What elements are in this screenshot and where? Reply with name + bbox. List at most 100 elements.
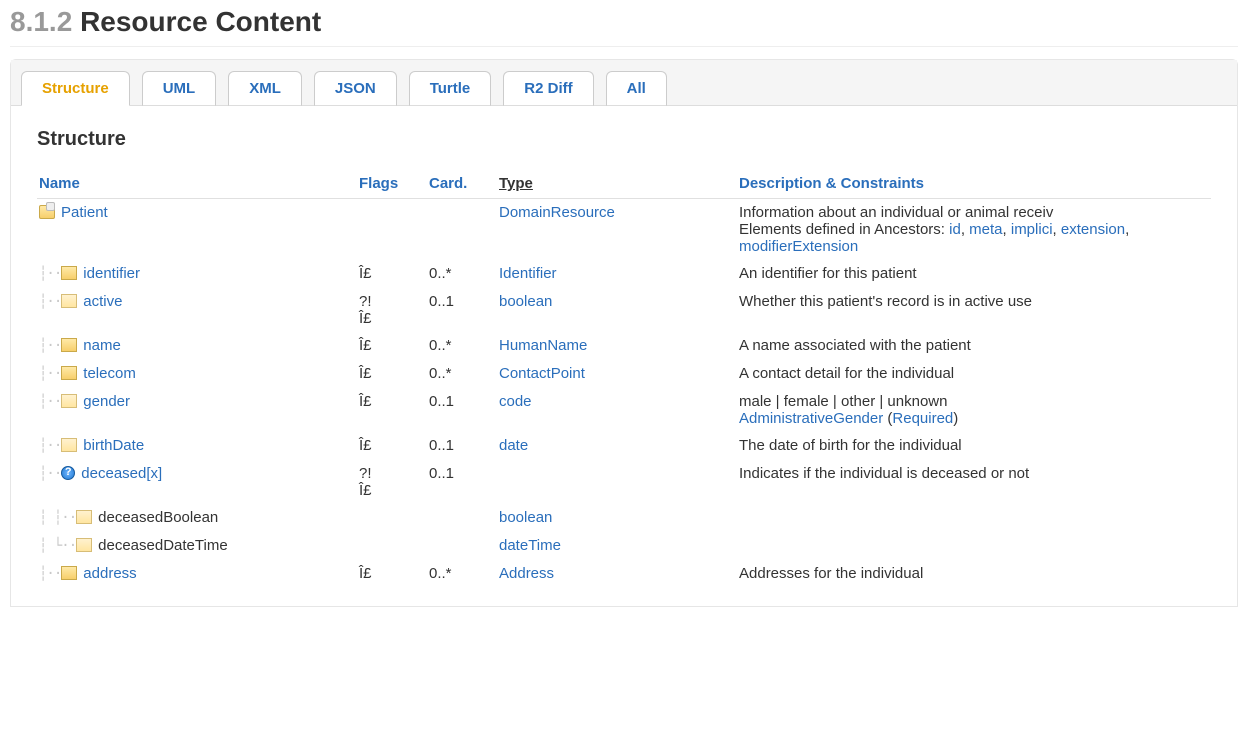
cardinality: 0..1	[427, 460, 497, 504]
tree-lines: ┆··	[39, 337, 61, 355]
description: A contact detail for the individual	[737, 360, 1211, 388]
description: male | female | other | unknownAdministr…	[737, 388, 1211, 432]
tab-bar: Structure UML XML JSON Turtle R2 Diff All	[11, 60, 1237, 106]
col-header-type[interactable]: Type	[497, 169, 737, 199]
ancestor-link[interactable]: id	[949, 221, 961, 238]
tab-uml[interactable]: UML	[142, 71, 217, 106]
ancestor-link[interactable]: modifierExtension	[739, 238, 858, 255]
tab-xml[interactable]: XML	[228, 71, 302, 106]
row-identifier: ┆·· identifier Î£0..*Identifier An identif…	[37, 260, 1211, 288]
flags	[357, 199, 427, 261]
flags: ?! Î£	[357, 288, 427, 332]
description	[737, 532, 1211, 560]
element-name[interactable]: gender	[83, 393, 130, 410]
tab-turtle[interactable]: Turtle	[409, 71, 492, 106]
flags: Î£	[357, 432, 427, 460]
cardinality	[427, 199, 497, 261]
cardinality: 0..*	[427, 360, 497, 388]
tab-all[interactable]: All	[606, 71, 667, 106]
col-header-name[interactable]: Name	[37, 169, 357, 199]
cube-icon	[61, 366, 77, 380]
prim-icon	[76, 538, 92, 552]
cardinality: 0..*	[427, 332, 497, 360]
section-number: 8.1.2	[10, 6, 72, 37]
flags: Î£	[357, 360, 427, 388]
tree-lines: ┆ └··	[39, 537, 76, 555]
flags: Î£	[357, 260, 427, 288]
element-name[interactable]: active	[83, 293, 122, 310]
description	[737, 504, 1211, 532]
row-deceasedBoolean: ┆ ┆·· deceasedBoolean boolean	[37, 504, 1211, 532]
element-name[interactable]: identifier	[83, 265, 140, 282]
prim-icon	[61, 438, 77, 452]
row-telecom: ┆·· telecom Î£0..*ContactPoint A contact d…	[37, 360, 1211, 388]
row-birthDate: ┆·· birthDate Î£0..1date The date of birth…	[37, 432, 1211, 460]
type-link[interactable]: dateTime	[499, 537, 561, 554]
tree-lines: ┆··	[39, 565, 61, 583]
tab-json[interactable]: JSON	[314, 71, 397, 106]
element-name[interactable]: birthDate	[83, 437, 144, 454]
type-link[interactable]: ContactPoint	[499, 365, 585, 382]
tree-lines: ┆··	[39, 437, 61, 455]
tree-lines: ┆··	[39, 293, 61, 311]
description: Indicates if the individual is deceased …	[737, 460, 1211, 504]
flags: Î£	[357, 560, 427, 588]
cube-icon	[61, 266, 77, 280]
description: Addresses for the individual	[737, 560, 1211, 588]
col-header-card[interactable]: Card.	[427, 169, 497, 199]
cardinality	[427, 504, 497, 532]
element-name[interactable]: Patient	[61, 204, 108, 221]
prim-icon	[76, 510, 92, 524]
tree-lines: ┆··	[39, 265, 61, 283]
type-link[interactable]: Identifier	[499, 265, 557, 282]
description: Information about an individual or anima…	[737, 199, 1211, 261]
type-link[interactable]: boolean	[499, 509, 552, 526]
prim-icon	[61, 294, 77, 308]
cardinality	[427, 532, 497, 560]
binding-strength[interactable]: Required	[892, 410, 953, 427]
resource-content-panel: Structure UML XML JSON Turtle R2 Diff All Stru…	[10, 59, 1238, 607]
tree-lines: ┆ ┆··	[39, 509, 76, 527]
cardinality: 0..1	[427, 388, 497, 432]
type-link[interactable]: code	[499, 393, 532, 410]
tree-lines: ┆··	[39, 465, 61, 483]
row-deceased: ┆·· deceased[x] ?! Î£0..1 Indicates if the…	[37, 460, 1211, 504]
cube-icon	[61, 338, 77, 352]
flags: Î£	[357, 388, 427, 432]
ancestor-link[interactable]: meta	[969, 221, 1002, 238]
flags: ?! Î£	[357, 460, 427, 504]
page-title-text: Resource Content	[80, 6, 321, 37]
flags: Î£	[357, 332, 427, 360]
element-name: deceasedDateTime	[98, 537, 228, 554]
section-heading: Structure	[37, 128, 1211, 151]
choice-icon	[61, 466, 75, 480]
cardinality: 0..1	[427, 288, 497, 332]
cardinality: 0..*	[427, 560, 497, 588]
cardinality: 0..*	[427, 260, 497, 288]
ancestor-link[interactable]: implici	[1011, 221, 1053, 238]
tree-lines: ┆··	[39, 365, 61, 383]
flags	[357, 504, 427, 532]
element-name[interactable]: telecom	[83, 365, 136, 382]
type-link[interactable]: Address	[499, 565, 554, 582]
tab-structure[interactable]: Structure	[21, 71, 130, 106]
col-header-desc[interactable]: Description & Constraints	[737, 169, 1211, 199]
element-name[interactable]: name	[83, 337, 121, 354]
type-link[interactable]: boolean	[499, 293, 552, 310]
cardinality: 0..1	[427, 432, 497, 460]
element-name: deceasedBoolean	[98, 509, 218, 526]
col-header-flags[interactable]: Flags	[357, 169, 427, 199]
binding-link[interactable]: AdministrativeGender	[739, 410, 883, 427]
description: The date of birth for the individual	[737, 432, 1211, 460]
row-gender: ┆·· genderÎ£0..1codemale | female | othe…	[37, 388, 1211, 432]
type-link[interactable]: DomainResource	[499, 204, 615, 221]
description: An identifier for this patient	[737, 260, 1211, 288]
row-name: ┆·· nameÎ£0..*HumanNameA name associated…	[37, 332, 1211, 360]
element-name[interactable]: deceased[x]	[81, 465, 162, 482]
ancestor-link[interactable]: extension	[1061, 221, 1125, 238]
row-patient: Patient DomainResource Information about a…	[37, 199, 1211, 261]
type-link[interactable]: date	[499, 437, 528, 454]
tab-r2-diff[interactable]: R2 Diff	[503, 71, 593, 106]
element-name[interactable]: address	[83, 565, 136, 582]
type-link[interactable]: HumanName	[499, 337, 587, 354]
